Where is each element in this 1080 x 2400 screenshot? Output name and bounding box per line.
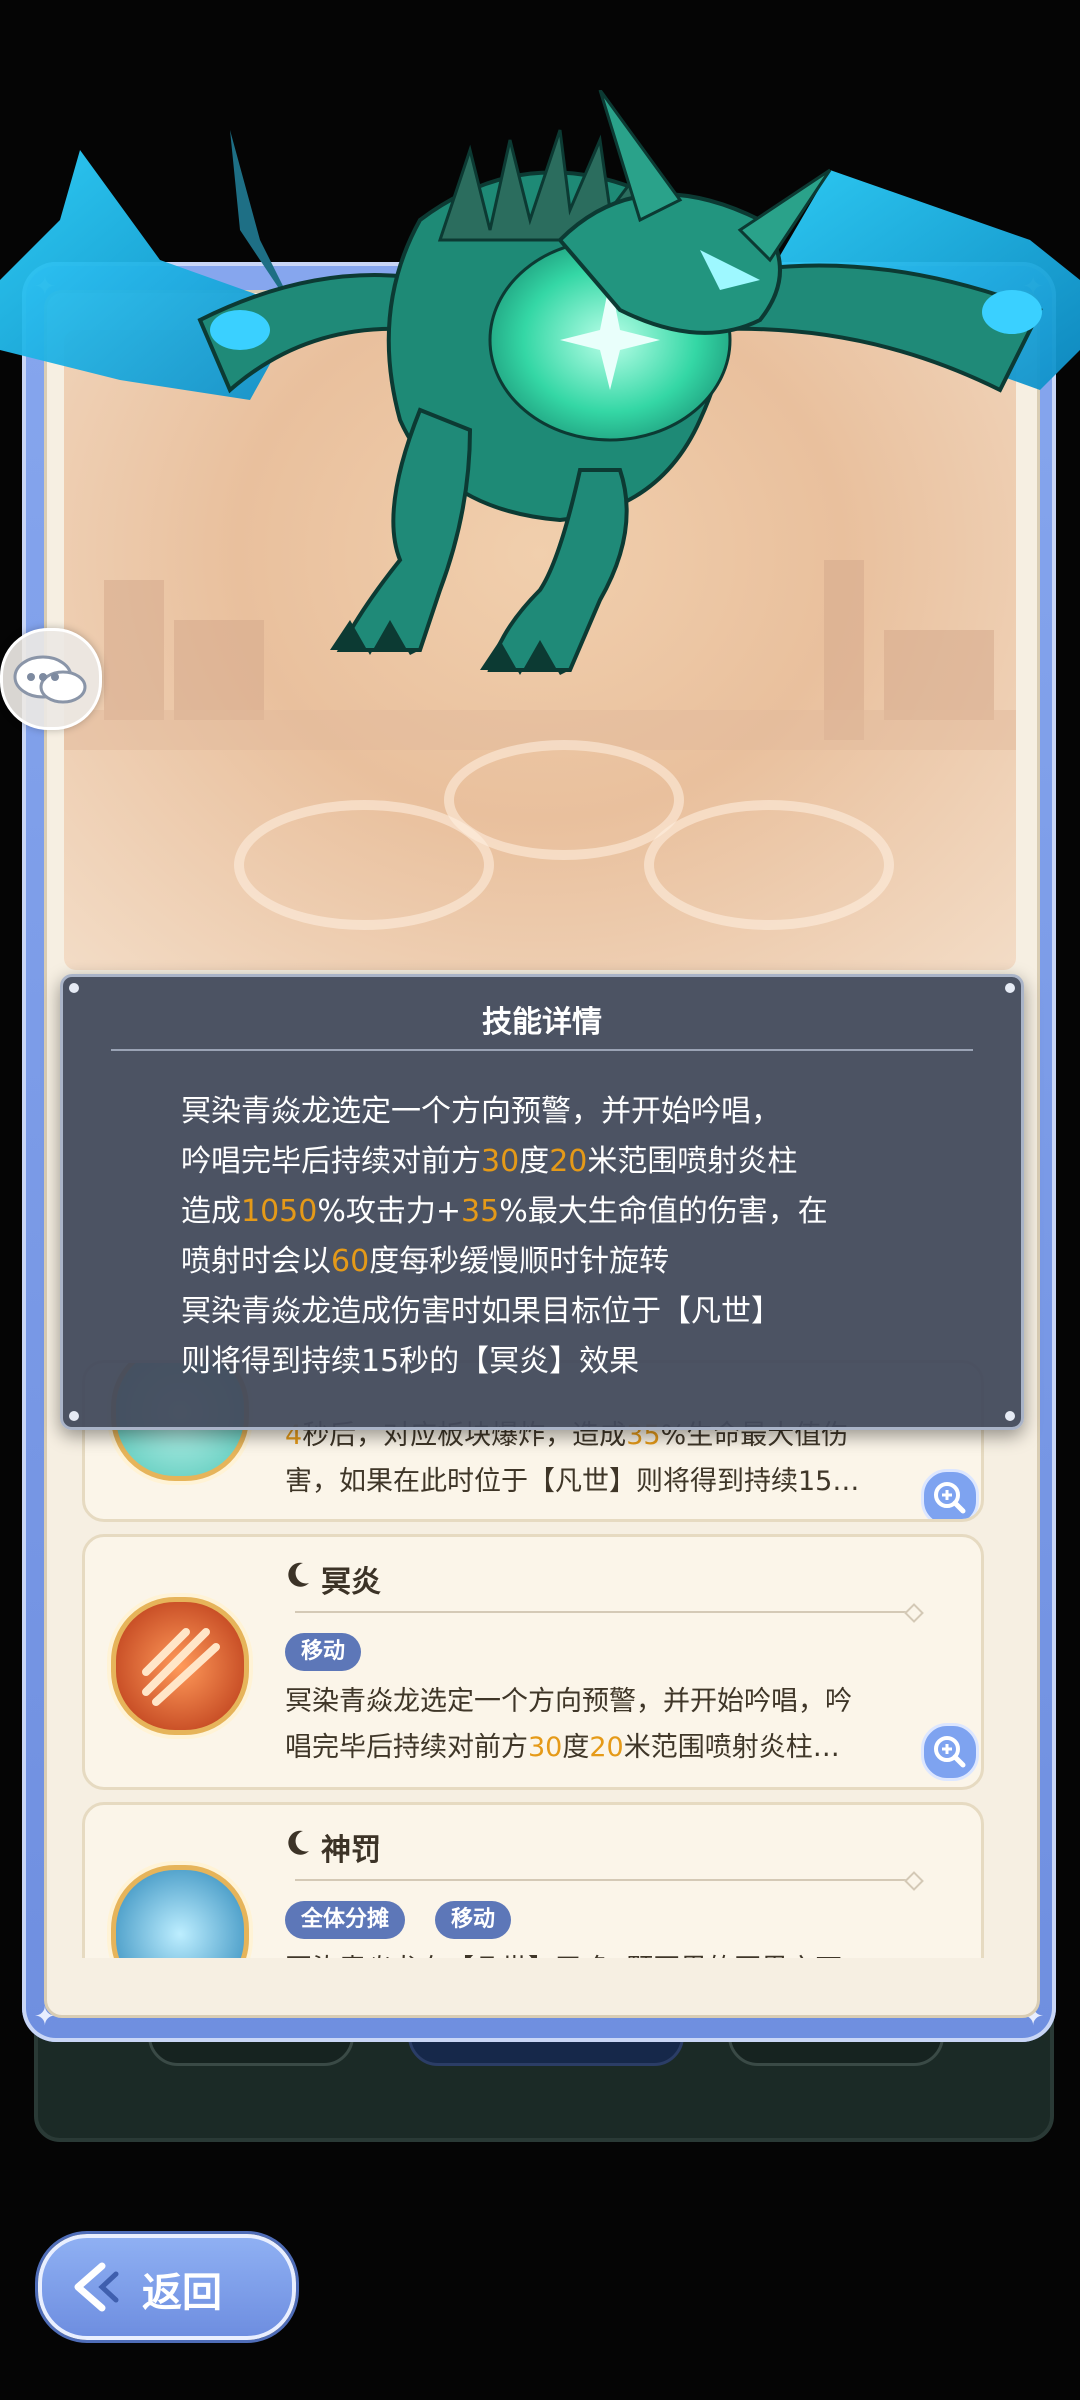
moon-icon bbox=[288, 1830, 309, 1855]
text-segment: 度 bbox=[562, 1732, 590, 1763]
skill-card[interactable]: 冥炎 移动 冥染青焱龙选定一个方向预警，并开始吟唱，吟 唱完毕后持续对前方30度… bbox=[82, 1534, 984, 1790]
skill-tag: 移动 bbox=[435, 1901, 512, 1939]
text-segment: 度每秒缓慢顺时针旋转 bbox=[369, 1244, 670, 1279]
text-segment: 唱完毕后持续对前方 bbox=[285, 1732, 528, 1763]
skill-description-line: 唱完毕后持续对前方30度20米范围喷射炎柱… bbox=[285, 1725, 981, 1771]
popup-text-line: 冥染青焱龙选定一个方向预警，并开始吟唱， bbox=[181, 1087, 781, 1137]
skill-name: 神罚 bbox=[321, 1833, 381, 1868]
text-segment: 冥染青焱龙选定一个方向预警，并开始吟唱，吟 bbox=[285, 1686, 852, 1717]
chat-bubble-icon bbox=[13, 655, 87, 704]
popup-text-line: 则将得到持续15秒的【冥炎】效果 bbox=[181, 1337, 639, 1387]
text-segment: %攻击力+ bbox=[317, 1194, 462, 1229]
text-segment: 害，如果在此时位于【凡世】则将得到持续15… bbox=[285, 1466, 860, 1497]
highlight-value: 20 bbox=[549, 1144, 588, 1179]
skill-description-line: 冥染青焱龙选定一个方向预警，并开始吟唱，吟 bbox=[285, 1679, 981, 1725]
skill-list-clip: 神罚 全体分摊 移动 冥染青炎龙在【凡世】召唤1颗冥界的冥界之石 bbox=[82, 1802, 984, 1958]
text-segment: 则将得到持续15秒的【冥炎】效果 bbox=[181, 1344, 640, 1379]
skill-description-line: 冥染青炎龙在【凡世】召唤1颗冥界的冥界之石 bbox=[285, 1947, 981, 1958]
popup-text-line: 喷射时会以60度每秒缓慢顺时针旋转 bbox=[181, 1237, 669, 1287]
dragon-boss-illustration bbox=[0, 90, 1080, 675]
highlight-value: 20 bbox=[589, 1732, 624, 1763]
text-segment: 米范围喷射炎柱 bbox=[587, 1144, 798, 1179]
skill-description: 冥染青焱龙选定一个方向预警，并开始吟唱，吟 唱完毕后持续对前方30度20米范围喷… bbox=[285, 1679, 981, 1771]
popup-divider bbox=[111, 1049, 973, 1051]
text-segment: 度 bbox=[519, 1144, 550, 1179]
highlight-value: 1050 bbox=[241, 1194, 318, 1229]
text-segment: 冥染青炎龙在【凡世】召唤 bbox=[285, 1954, 609, 1958]
chat-button[interactable] bbox=[0, 628, 102, 730]
highlight-value: 1 bbox=[609, 1954, 626, 1958]
back-arrow-icon bbox=[74, 2262, 119, 2312]
popup-title: 技能详情 bbox=[482, 1005, 602, 1040]
back-button[interactable]: 返回 bbox=[38, 2234, 296, 2340]
text-segment: 喷射时会以 bbox=[181, 1244, 331, 1279]
skill-divider bbox=[295, 1879, 915, 1881]
skill-card[interactable]: 神罚 全体分摊 移动 冥染青炎龙在【凡世】召唤1颗冥界的冥界之石 bbox=[82, 1802, 984, 1958]
back-button-label: 返回 bbox=[142, 2270, 222, 2316]
skill-icon bbox=[111, 1597, 249, 1735]
text-segment: 造成 bbox=[181, 1194, 241, 1229]
skill-icon bbox=[111, 1865, 249, 1958]
text-segment: 米范围喷射炎柱… bbox=[623, 1732, 840, 1763]
skill-tag: 全体分摊 bbox=[285, 1901, 406, 1939]
text-segment: 冥染青焱龙造成伤害时如果目标位于【凡世】 bbox=[181, 1294, 781, 1329]
popup-text-line: 冥染青焱龙造成伤害时如果目标位于【凡世】 bbox=[181, 1287, 781, 1337]
text-segment: 冥染青焱龙选定一个方向预警，并开始吟唱， bbox=[181, 1094, 781, 1129]
highlight-value: 35 bbox=[461, 1194, 500, 1229]
moon-icon bbox=[288, 1562, 309, 1587]
highlight-value: 60 bbox=[331, 1244, 370, 1279]
zoom-in-icon bbox=[934, 1736, 966, 1768]
popup-text-line: 造成1050%攻击力+35%最大生命值的伤害，在 bbox=[181, 1187, 828, 1237]
zoom-button[interactable] bbox=[921, 1469, 979, 1519]
zoom-in-icon bbox=[934, 1482, 966, 1514]
text-segment: 颗冥界的冥界之石 bbox=[626, 1954, 842, 1958]
skill-tag: 移动 bbox=[285, 1633, 362, 1671]
highlight-value: 30 bbox=[481, 1144, 520, 1179]
popup-text-line: 吟唱完毕后持续对前方30度20米范围喷射炎柱 bbox=[181, 1137, 797, 1187]
zoom-button[interactable] bbox=[921, 1723, 979, 1781]
skill-detail-popup: 技能详情 冥染青焱龙选定一个方向预警，并开始吟唱， 吟唱完毕后持续对前方30度2… bbox=[60, 974, 1024, 1430]
highlight-value: 30 bbox=[528, 1732, 563, 1763]
text-segment: %最大生命值的伤害，在 bbox=[499, 1194, 828, 1229]
skill-divider bbox=[295, 1611, 915, 1613]
skill-name: 冥炎 bbox=[321, 1565, 381, 1600]
skill-description: 冥染青炎龙在【凡世】召唤1颗冥界的冥界之石 bbox=[285, 1947, 981, 1958]
text-segment: 吟唱完毕后持续对前方 bbox=[181, 1144, 481, 1179]
skill-description-line: 害，如果在此时位于【凡世】则将得到持续15… bbox=[285, 1459, 981, 1505]
